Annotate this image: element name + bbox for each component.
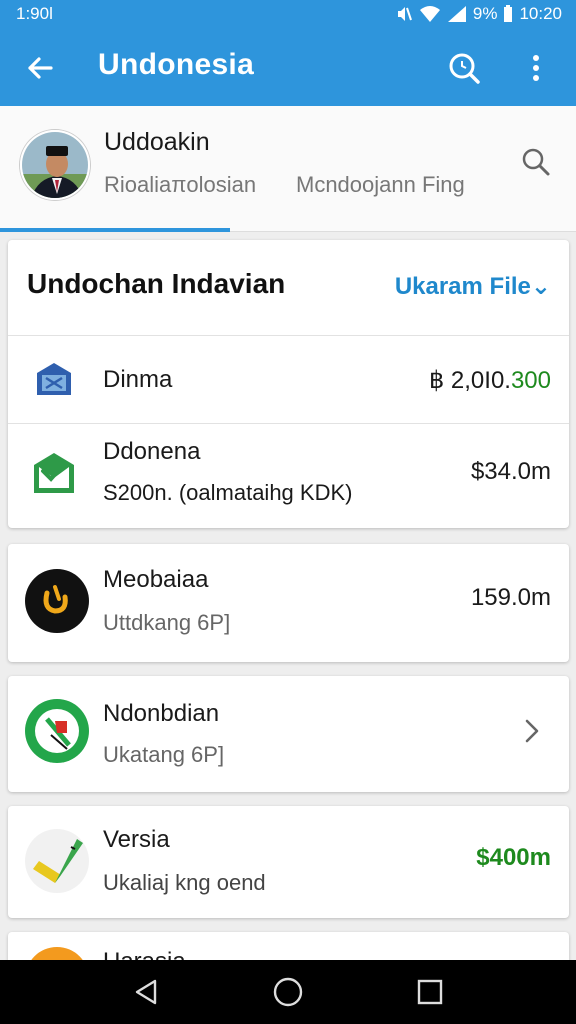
item-title: Ndonbdian xyxy=(103,700,220,727)
item-amount: $400m xyxy=(476,844,551,871)
nav-recents-button[interactable] xyxy=(410,974,450,1010)
row-amount: ฿ 2,0I0.300 xyxy=(429,366,551,395)
summary-card: Undochan Indavian Ukaram File⌄ Dinma ฿ 2… xyxy=(8,240,569,528)
app-bar: Undonesia xyxy=(0,28,576,106)
tab-indicator xyxy=(0,228,230,232)
nav-back-icon xyxy=(135,979,157,1005)
profile-search-button[interactable] xyxy=(518,144,554,180)
search-button[interactable] xyxy=(444,48,484,88)
search-icon xyxy=(522,148,550,176)
item-title: Meobaiaa xyxy=(103,566,209,593)
signal-icon xyxy=(447,6,466,22)
nav-back-button[interactable] xyxy=(126,974,166,1010)
battery-percent: 9% xyxy=(472,4,498,23)
row-title: Ddonena xyxy=(103,438,201,465)
avatar-image xyxy=(22,132,88,198)
chevron-right-icon[interactable] xyxy=(517,716,547,746)
pencil-icon xyxy=(24,828,90,894)
house-card-icon xyxy=(32,358,76,402)
amount-main: ฿ 2,0I0. xyxy=(428,367,511,394)
row-title: Dinma xyxy=(103,366,173,393)
list-item[interactable]: Versia Ukaliaj kng oend $400m xyxy=(8,806,569,918)
item-subtitle: Uttdkang 6P] xyxy=(103,610,231,635)
status-clock: 10:20 xyxy=(519,4,562,23)
status-icons: 9% 10:20 xyxy=(395,4,562,24)
list-item[interactable]: Dinma ฿ 2,0I0.300 xyxy=(8,336,569,424)
item-amount: 159.0m xyxy=(470,584,551,611)
list-item[interactable]: Meobaiaa Uttdkang 6P] 159.0m xyxy=(8,544,569,662)
status-time: 1:90l xyxy=(16,4,53,23)
envelope-check-icon xyxy=(30,450,78,498)
profile-tab-right[interactable]: Mcndoojann Fing xyxy=(296,172,465,198)
battery-icon xyxy=(504,5,513,22)
profile-header[interactable]: Uddoakin Rioaliaπolosian Mcndoojann Fing xyxy=(0,106,576,232)
wifi-icon xyxy=(419,6,440,22)
profile-name: Uddoakin xyxy=(104,128,210,156)
back-arrow-icon xyxy=(28,57,53,79)
circle-ring-icon xyxy=(24,568,90,634)
row-subtitle: S200n. (oalmataihg KDK) xyxy=(103,480,353,505)
list-item[interactable]: Ddonena S200n. (oalmataihg KDK) $34.0m xyxy=(8,424,569,528)
item-subtitle: Ukatang 6P] xyxy=(103,742,225,767)
profile-tab-left[interactable]: Rioaliaπolosian xyxy=(104,172,256,198)
file-dropdown-link[interactable]: Ukaram File⌄ xyxy=(395,272,551,301)
item-subtitle: Ukaliaj kng oend xyxy=(103,870,266,895)
nav-recents-icon xyxy=(417,979,443,1005)
list-item[interactable]: Ndonbdian Ukatang 6P] xyxy=(8,676,569,792)
more-vert-icon xyxy=(533,55,539,81)
avatar[interactable] xyxy=(20,130,90,200)
nav-home-button[interactable] xyxy=(268,974,308,1010)
overflow-menu-button[interactable] xyxy=(520,48,552,88)
search-icon xyxy=(449,53,480,84)
amount-highlight: 300 xyxy=(510,367,551,394)
system-nav-bar xyxy=(0,960,576,1024)
back-button[interactable] xyxy=(22,50,58,86)
nav-home-icon xyxy=(273,977,303,1007)
status-bar: 1:90l 9% 10:20 xyxy=(0,0,576,28)
card-title: Undochan Indavian xyxy=(27,268,286,299)
page-title: Undonesia xyxy=(98,48,255,81)
flag-no-icon xyxy=(24,698,90,764)
card-header: Undochan Indavian Ukaram File⌄ xyxy=(8,240,569,336)
item-title: Versia xyxy=(103,826,170,853)
mute-icon xyxy=(397,7,412,21)
row-amount: $34.0m xyxy=(470,458,551,485)
